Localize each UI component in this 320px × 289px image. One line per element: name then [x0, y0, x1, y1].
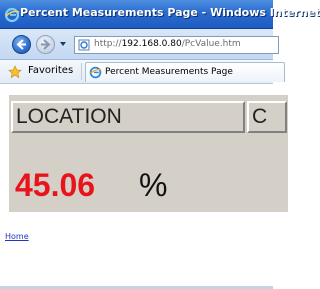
favorites-toolbar: Favorites Percent Measurements Page [0, 60, 285, 84]
back-button[interactable] [12, 35, 31, 54]
address-input[interactable]: http://192.168.0.80/PcValue.htm [74, 36, 279, 54]
percent-value: 45.06 [15, 167, 96, 203]
tab-percent-measurements[interactable]: Percent Measurements Page [85, 62, 285, 82]
favorites-label: Favorites [28, 65, 74, 76]
next-column-header: C [247, 101, 287, 133]
forward-button[interactable] [36, 35, 55, 54]
ie-logo-icon [4, 7, 20, 23]
back-arrow-icon [16, 39, 26, 50]
home-link[interactable]: Home [5, 232, 29, 241]
recent-pages-dropdown[interactable] [60, 42, 66, 46]
url-text: http://192.168.0.80/PcValue.htm [94, 39, 241, 49]
measurement-panel: LOCATION C 45.06 % [8, 94, 288, 212]
tab-label: Percent Measurements Page [105, 67, 233, 77]
address-toolbar: http://192.168.0.80/PcValue.htm [0, 29, 279, 60]
measurement-value-row: 45.06 % [11, 165, 287, 209]
ie-logo-icon [89, 66, 102, 79]
location-header: LOCATION [11, 101, 245, 133]
page-content: LOCATION C 45.06 % Home [0, 84, 288, 289]
window-title-bar: Percent Measurements Page - Windows Inte… [0, 0, 320, 29]
page-icon [78, 39, 90, 51]
star-icon [8, 65, 22, 79]
window-title: Percent Measurements Page - Windows Inte… [20, 6, 320, 19]
percent-unit: % [139, 167, 168, 203]
favorites-button[interactable]: Favorites [6, 63, 82, 80]
forward-arrow-icon [41, 39, 51, 50]
